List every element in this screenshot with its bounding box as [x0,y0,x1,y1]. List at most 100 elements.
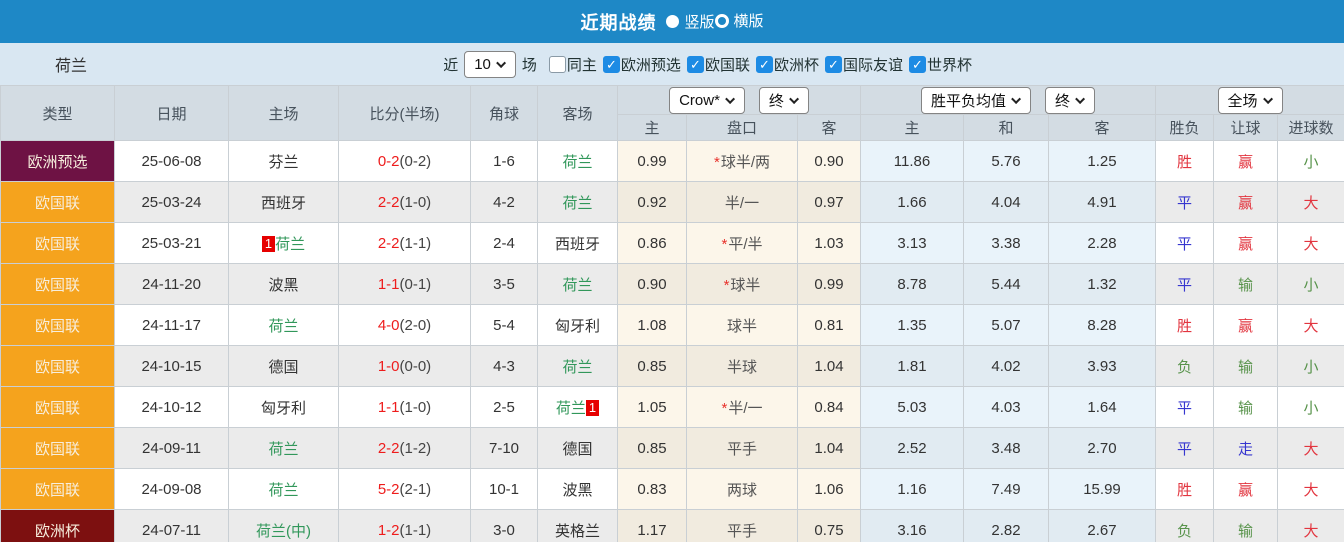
team-label: 荷兰 [562,358,593,376]
cell-mean-draw: 4.04 [963,181,1049,223]
cell-home-team: 匈牙利 [228,386,339,428]
cell-competition-type: 欧洲预选 [0,140,115,182]
cell-goals: 大 [1276,181,1344,223]
cell-corners: 3-5 [470,263,538,305]
cell-away-team: 荷兰 [537,345,618,387]
cell-corners: 4-2 [470,181,538,223]
cell-odds-away: 1.04 [797,427,861,469]
cell-mean-home: 11.86 [860,140,964,182]
cell-away-team: 荷兰 [537,263,618,305]
mean-final-select[interactable]: 终 [1045,86,1096,114]
checkbox-checked-icon[interactable]: ✓ [908,55,926,73]
match-count-select[interactable]: 10 [464,50,516,78]
team-name: 荷兰 [55,58,88,75]
col-header-score: 比分(半场) [338,85,471,141]
checkbox-checked-icon[interactable]: ✓ [686,55,704,73]
sub-header-mean-draw: 和 [963,114,1049,141]
team-label: 德国 [562,440,593,458]
team-label: 荷兰 [555,399,586,417]
cell-mean-draw: 4.02 [963,345,1049,387]
cell-corners: 5-4 [470,304,538,346]
cell-date: 24-11-17 [114,304,229,346]
cell-mean-home: 1.81 [860,345,964,387]
cell-competition-type: 欧国联 [0,181,115,223]
radio-label: 竖版 [684,13,715,31]
cell-odds-away: 0.81 [797,304,861,346]
cell-mean-home: 8.78 [860,263,964,305]
table-row: 欧洲预选 25-06-08 芬兰 0-2(0-2) 1-6 荷兰 0.99 *球… [0,140,1344,182]
cell-odds-home: 0.83 [617,468,687,510]
team-label: 荷兰 [268,317,299,335]
mean-type-select[interactable]: 胜平负均值 [920,86,1031,114]
filter-checkbox[interactable]: ✓ 欧洲预选 [602,54,681,75]
cell-handicap-result: 赢 [1213,140,1278,182]
cell-home-team: 德国 [228,345,339,387]
checkbox-unchecked-icon[interactable]: ✓ [548,55,566,73]
radio-icon[interactable] [714,13,729,28]
filters: 近 10 场 ✓同主✓欧洲预选✓欧国联✓欧洲杯✓国际友谊✓世界杯 [441,50,972,78]
odds-final-select[interactable]: 终 [758,86,809,114]
col-header-away: 客场 [537,85,618,141]
cell-odds-away: 1.04 [797,345,861,387]
table-row: 欧国联 24-11-20 波黑 1-1(0-1) 3-5 荷兰 0.90 *球半… [0,263,1344,305]
cell-competition-type: 欧国联 [0,427,115,469]
result-group-header: 全场 [1154,85,1344,115]
chevron-down-icon [496,57,506,68]
filter-checkbox[interactable]: ✓同主 [548,54,597,75]
cell-goals: 小 [1276,345,1344,387]
layout-radio-selected[interactable]: 竖版 [666,11,715,32]
chevron-down-icon [725,93,735,104]
filter-checkbox[interactable]: ✓ 欧洲杯 [755,54,819,75]
checkbox-label: 国际友谊 [842,56,903,74]
cell-mean-away: 2.67 [1048,509,1156,542]
bookmaker-select[interactable]: Crow* [669,86,745,114]
cell-handicap-result: 赢 [1213,181,1278,223]
cell-corners: 10-1 [470,468,538,510]
cell-away-team: 波黑 [537,468,618,510]
sub-header-handicap-result: 让球 [1213,114,1278,141]
cell-odds-home: 1.08 [617,304,687,346]
cell-mean-home: 2.52 [860,427,964,469]
checkbox-checked-icon[interactable]: ✓ [602,55,620,73]
cell-score: 1-1(1-0) [338,386,471,428]
cell-odds-away: 0.97 [797,181,861,223]
cell-mean-home: 1.35 [860,304,964,346]
matches-label: 场 [521,56,537,74]
cell-odds-away: 0.84 [797,386,861,428]
cell-home-team: 芬兰 [228,140,339,182]
cell-corners: 3-0 [470,509,538,542]
team-label: 荷兰 [275,235,306,253]
filter-checkbox[interactable]: ✓ 世界杯 [908,54,972,75]
cell-home-team: 荷兰 [228,427,339,469]
cell-competition-type: 欧国联 [0,222,115,264]
checkbox-label: 欧国联 [704,56,750,74]
cell-odds-home: 0.90 [617,263,687,305]
cell-handicap: 平手 [686,509,798,542]
cell-corners: 1-6 [470,140,538,182]
checkbox-checked-icon[interactable]: ✓ [824,55,842,73]
layout-radio-group: 竖版 横版 [666,10,764,33]
filter-checkbox[interactable]: ✓ 国际友谊 [824,54,903,75]
full-match-select[interactable]: 全场 [1217,86,1283,114]
cell-mean-draw: 3.38 [963,222,1049,264]
layout-radio-unselected[interactable]: 横版 [714,10,764,31]
filter-checkbox[interactable]: ✓ 欧国联 [686,54,750,75]
cell-mean-home: 3.16 [860,509,964,542]
cell-competition-type: 欧洲杯 [0,509,115,542]
cell-odds-home: 1.05 [617,386,687,428]
team-label: 英格兰 [554,522,600,540]
table-row: 欧国联 24-09-11 荷兰 2-2(1-2) 7-10 德国 0.85 平手… [0,427,1344,469]
cell-mean-away: 2.28 [1048,222,1156,264]
cell-winloss: 平 [1155,427,1214,469]
cell-handicap-result: 赢 [1213,304,1278,346]
cell-score: 1-0(0-0) [338,345,471,387]
cell-handicap: 平手 [686,427,798,469]
cell-home-team: 荷兰 [228,468,339,510]
cell-corners: 2-4 [470,222,538,264]
sub-header-winloss: 胜负 [1155,114,1214,141]
checkbox-checked-icon[interactable]: ✓ [755,55,773,73]
cell-handicap-result: 赢 [1213,222,1278,264]
radio-icon[interactable] [666,14,680,28]
cell-score: 1-1(0-1) [338,263,471,305]
cell-handicap-result: 走 [1213,427,1278,469]
